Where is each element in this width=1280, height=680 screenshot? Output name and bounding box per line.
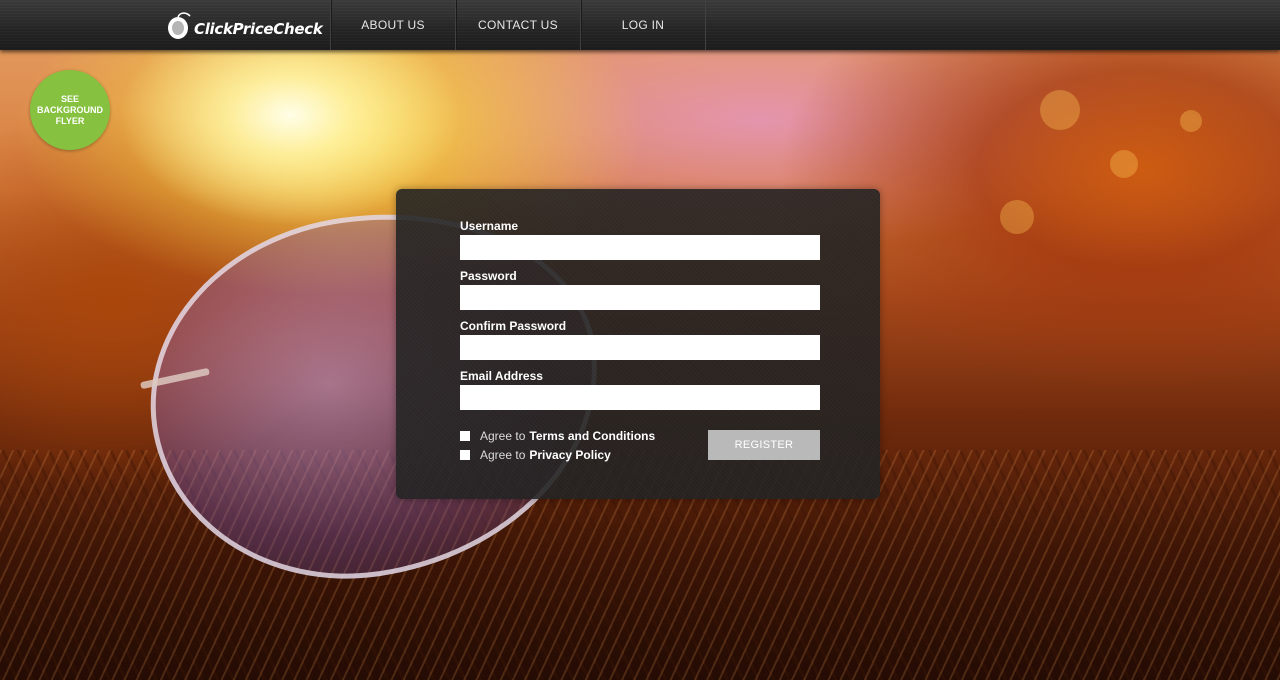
see-background-flyer-button[interactable]: SEE BACKGROUND FLYER [30, 70, 110, 150]
flyer-badge-line-2: BACKGROUND [37, 104, 103, 115]
site-logo[interactable]: ClickPriceCheck [166, 7, 323, 43]
registration-panel: Username Password Confirm Password Email… [396, 189, 880, 499]
agree-terms-prefix: Agree to [480, 429, 526, 443]
top-navigation-bar: ClickPriceCheck ABOUT US CONTACT US LOG … [0, 0, 1280, 50]
nav-log-in[interactable]: LOG IN [580, 0, 706, 50]
page: ClickPriceCheck ABOUT US CONTACT US LOG … [0, 0, 1280, 680]
privacy-policy-link[interactable]: Privacy Policy [529, 448, 610, 462]
bokeh-light [1180, 110, 1202, 132]
main-nav: ABOUT US CONTACT US LOG IN [330, 0, 706, 50]
nav-contact-us[interactable]: CONTACT US [455, 0, 580, 50]
bokeh-light [1000, 200, 1034, 234]
terms-and-conditions-link[interactable]: Terms and Conditions [529, 429, 655, 443]
agree-privacy-checkbox[interactable] [460, 450, 470, 460]
username-field[interactable] [460, 235, 820, 260]
username-label: Username [460, 219, 519, 233]
password-field[interactable] [460, 285, 820, 310]
confirm-password-label: Confirm Password [460, 319, 567, 333]
mouse-logo-icon [168, 12, 191, 39]
password-label: Password [460, 269, 517, 283]
email-address-field[interactable] [460, 385, 820, 410]
register-button[interactable]: REGISTER [708, 430, 820, 460]
agree-terms-row: Agree to Terms and Conditions [460, 429, 655, 443]
bokeh-light [1110, 150, 1138, 178]
agree-privacy-row: Agree to Privacy Policy [460, 448, 611, 462]
agree-privacy-prefix: Agree to [480, 448, 526, 462]
email-address-label: Email Address [460, 369, 543, 383]
bokeh-light [1040, 90, 1080, 130]
confirm-password-field[interactable] [460, 335, 820, 360]
flyer-badge-line-1: SEE [60, 93, 79, 104]
flyer-badge-line-3: FLYER [55, 115, 85, 126]
logo-text: ClickPriceCheck [194, 20, 323, 38]
nav-about-us[interactable]: ABOUT US [330, 0, 455, 50]
agree-terms-checkbox[interactable] [460, 431, 470, 441]
